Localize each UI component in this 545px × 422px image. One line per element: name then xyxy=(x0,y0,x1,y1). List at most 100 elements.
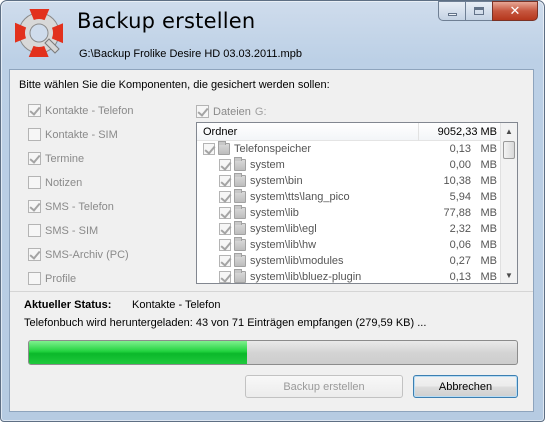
folder-size-unit: MB xyxy=(480,175,498,187)
folder-name: system xyxy=(250,159,285,171)
component-checkbox[interactable] xyxy=(28,176,41,189)
caption-buttons: ✕ xyxy=(438,1,538,21)
folder-checkbox[interactable] xyxy=(219,175,231,187)
component-label: SMS-Archiv (PC) xyxy=(45,248,129,261)
component-row[interactable]: SMS - Telefon xyxy=(28,200,114,213)
component-row[interactable]: SMS-Archiv (PC) xyxy=(28,248,129,261)
component-row[interactable]: Profile xyxy=(28,272,76,285)
component-row[interactable]: SMS - SIM xyxy=(28,224,98,237)
column-header-size[interactable]: 9052,33 MB xyxy=(419,123,501,141)
scroll-up-arrow-icon[interactable]: ▲ xyxy=(501,123,517,139)
minimize-icon xyxy=(447,12,457,16)
folder-size-value: 0,27 xyxy=(449,255,471,267)
component-label: Termine xyxy=(45,152,85,165)
current-status: Aktueller Status: Kontakte - Telefon xyxy=(24,299,220,311)
backup-window: Backup erstellen G:\Backup Frolike Desir… xyxy=(0,0,545,422)
status-panel: Aktueller Status: Kontakte - Telefon Tel… xyxy=(10,292,533,411)
files-checkbox-row[interactable]: Dateien G: xyxy=(196,105,267,118)
maximize-button[interactable] xyxy=(465,1,492,21)
folder-size-unit: MB xyxy=(480,255,498,267)
folder-name: system\lib\modules xyxy=(250,255,344,267)
backup-file-path: G:\Backup Frolike Desire HD 03.03.2011.m… xyxy=(79,48,302,60)
component-label: SMS - SIM xyxy=(45,224,99,237)
component-row[interactable]: Kontakte - SIM xyxy=(28,128,118,141)
column-header-folder[interactable]: Ordner xyxy=(197,122,419,141)
folder-icon xyxy=(234,205,246,219)
component-checkbox[interactable] xyxy=(28,104,41,117)
folder-tree-header: Ordner 9052,33 MB xyxy=(197,122,501,141)
folder-checkbox[interactable] xyxy=(219,159,231,171)
component-checkbox[interactable] xyxy=(28,272,41,285)
folder-row[interactable]: system\lib\egl 2,32 MB xyxy=(197,221,501,237)
folder-tree[interactable]: Ordner 9052,33 MB Telefonspeicher 0,13 MB s… xyxy=(196,122,518,284)
folder-row[interactable]: system\lib 77,88 MB xyxy=(197,205,501,221)
folder-row[interactable]: system\tts\lang_pico 5,94 MB xyxy=(197,189,501,205)
minimize-button[interactable] xyxy=(438,1,465,21)
folder-checkbox[interactable] xyxy=(219,271,231,283)
component-row[interactable]: Notizen xyxy=(28,176,82,189)
folder-icon xyxy=(234,157,246,171)
folder-checkbox[interactable] xyxy=(219,191,231,203)
current-status-label: Aktueller Status: xyxy=(24,299,112,311)
folder-size-value: 10,38 xyxy=(443,175,471,187)
folder-tree-scrollbar[interactable]: ▲ ▼ xyxy=(500,123,517,283)
folder-tree-rows: Telefonspeicher 0,13 MB system 0,00 MB system\… xyxy=(197,141,501,285)
create-backup-button[interactable]: Backup erstellen xyxy=(245,375,403,398)
component-checkbox[interactable] xyxy=(28,248,41,261)
folder-size-value: 0,13 xyxy=(449,271,471,283)
folder-row[interactable]: Telefonspeicher 0,13 MB xyxy=(197,141,501,157)
files-checkbox[interactable] xyxy=(196,105,209,118)
folder-size-unit: MB xyxy=(480,223,498,235)
component-selection-panel: Bitte wählen Sie die Komponenten, die ge… xyxy=(10,70,533,292)
component-label: Kontakte - SIM xyxy=(45,128,118,141)
folder-row[interactable]: system 0,00 MB xyxy=(197,157,501,173)
folder-checkbox[interactable] xyxy=(219,223,231,235)
scroll-down-arrow-icon[interactable]: ▼ xyxy=(501,267,517,283)
folder-checkbox[interactable] xyxy=(203,143,215,155)
component-checkbox[interactable] xyxy=(28,128,41,141)
window-title: Backup erstellen xyxy=(77,9,256,33)
folder-size-unit: MB xyxy=(480,191,498,203)
folder-name: system\lib\hw xyxy=(250,239,317,251)
folder-checkbox[interactable] xyxy=(219,207,231,219)
files-drive-label: G: xyxy=(254,105,267,118)
dialog-content: Bitte wählen Sie die Komponenten, die ge… xyxy=(9,69,534,412)
folder-size-unit: MB xyxy=(480,207,498,219)
folder-size-value: 77,88 xyxy=(443,207,471,219)
folder-icon xyxy=(218,141,230,155)
folder-name: Telefonspeicher xyxy=(234,143,312,155)
component-row[interactable]: Termine xyxy=(28,152,84,165)
folder-size-value: 0,13 xyxy=(449,143,471,155)
folder-size-unit: MB xyxy=(480,271,498,283)
folder-checkbox[interactable] xyxy=(219,255,231,267)
folder-row[interactable]: system\lib\hw 0,06 MB xyxy=(197,237,501,253)
component-row[interactable]: Kontakte - Telefon xyxy=(28,104,133,117)
component-checkbox[interactable] xyxy=(28,224,41,237)
progress-bar xyxy=(28,340,518,365)
folder-checkbox[interactable] xyxy=(219,239,231,251)
folder-row[interactable]: system\bin 10,38 MB xyxy=(197,173,501,189)
folder-name: system\bin xyxy=(250,175,303,187)
folder-name: system\lib xyxy=(250,207,299,219)
folder-icon xyxy=(234,189,246,203)
folder-row[interactable]: system\lib\bluez-plugin 0,13 MB xyxy=(197,269,501,285)
cancel-button[interactable]: Abbrechen xyxy=(413,375,518,398)
folder-row[interactable]: system\lib\modules 0,27 MB xyxy=(197,253,501,269)
folder-name: system\tts\lang_pico xyxy=(250,191,350,203)
maximize-icon xyxy=(474,7,484,15)
folder-size-value: 0,00 xyxy=(449,159,471,171)
component-checkbox[interactable] xyxy=(28,152,41,165)
component-label: Notizen xyxy=(45,176,83,189)
title-bar[interactable]: Backup erstellen G:\Backup Frolike Desir… xyxy=(7,1,538,65)
folder-size-value: 0,06 xyxy=(449,239,471,251)
component-checkbox[interactable] xyxy=(28,200,41,213)
folder-icon xyxy=(234,173,246,187)
component-label: Kontakte - Telefon xyxy=(45,104,134,117)
folder-icon xyxy=(234,221,246,235)
component-label: SMS - Telefon xyxy=(45,200,114,213)
folder-icon xyxy=(234,253,246,267)
scrollbar-thumb[interactable] xyxy=(503,141,515,159)
close-button[interactable]: ✕ xyxy=(492,1,538,21)
folder-name: system\lib\egl xyxy=(250,223,317,235)
status-detail: Telefonbuch wird heruntergeladen: 43 von… xyxy=(24,317,427,329)
